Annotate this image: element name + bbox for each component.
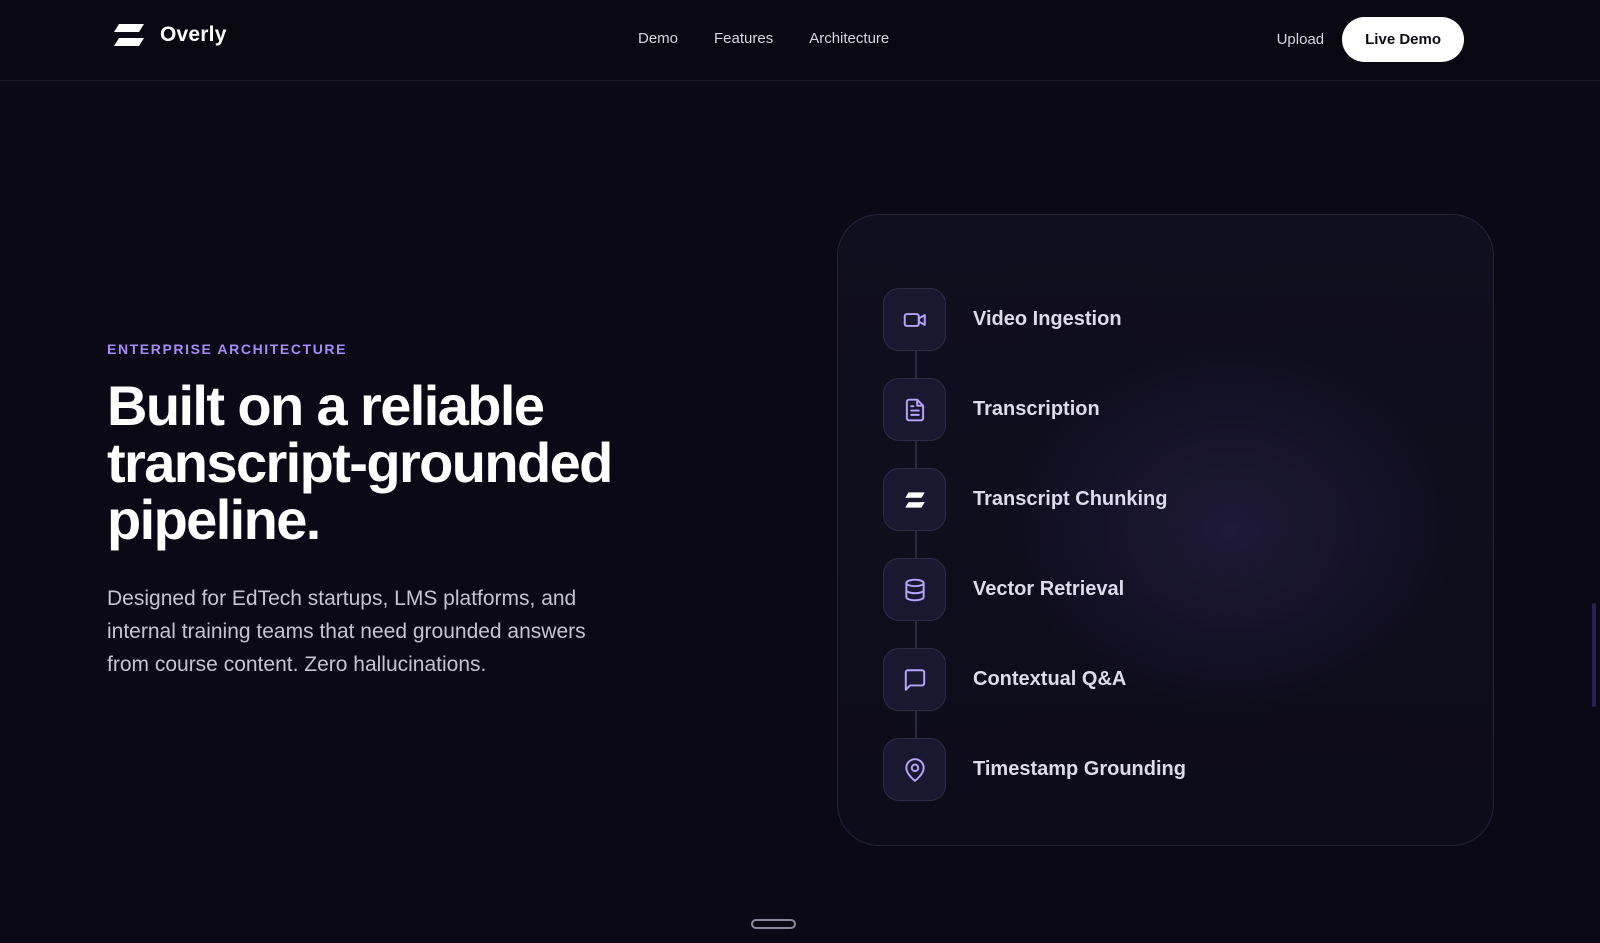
scrollbar-thumb[interactable] xyxy=(1592,603,1596,707)
upload-link[interactable]: Upload xyxy=(1277,31,1325,48)
nav-link-architecture[interactable]: Architecture xyxy=(809,30,889,47)
pipeline-card: Video Ingestion Transcription Transcript… xyxy=(837,214,1494,846)
step-label: Transcript Chunking xyxy=(973,488,1168,510)
pipeline-step-transcript-chunking: Transcript Chunking xyxy=(883,468,1167,531)
brand-name: Overly xyxy=(160,23,227,46)
database-icon xyxy=(883,558,946,621)
hero-section: ENTERPRISE ARCHITECTURE Built on a relia… xyxy=(107,341,667,681)
pipeline-step-vector-retrieval: Vector Retrieval xyxy=(883,558,1124,621)
headline-line-3: pipeline. xyxy=(107,488,321,551)
headline-line-1: Built on a reliable xyxy=(107,374,545,437)
nav-actions: Upload Live Demo xyxy=(1277,17,1464,62)
pipeline-step-contextual-qa: Contextual Q&A xyxy=(883,648,1126,711)
message-square-icon xyxy=(883,648,946,711)
brand[interactable]: Overly xyxy=(112,22,227,48)
headline-line-2: transcript-grounded xyxy=(107,431,613,494)
nav-link-demo[interactable]: Demo xyxy=(638,30,678,47)
nav-links: Demo Features Architecture xyxy=(638,30,889,47)
step-label: Timestamp Grounding xyxy=(973,758,1186,780)
scroll-hint-pill xyxy=(751,919,796,929)
document-icon xyxy=(883,378,946,441)
section-eyebrow: ENTERPRISE ARCHITECTURE xyxy=(107,341,348,357)
step-label: Video Ingestion xyxy=(973,308,1122,330)
overly-logo-icon xyxy=(114,24,144,46)
hero-description: Designed for EdTech startups, LMS platfo… xyxy=(107,587,586,676)
step-label: Contextual Q&A xyxy=(973,668,1127,690)
hero-headline: Built on a reliable transcript-grounded … xyxy=(107,377,667,548)
logo-mark-icon xyxy=(883,468,946,531)
pipeline-step-video-ingestion: Video Ingestion xyxy=(883,288,1122,351)
nav-link-features[interactable]: Features xyxy=(714,30,773,47)
live-demo-button[interactable]: Live Demo xyxy=(1342,17,1464,62)
map-pin-icon xyxy=(883,738,946,801)
top-nav: Overly Demo Features Architecture Upload… xyxy=(0,0,1600,81)
step-label: Vector Retrieval xyxy=(973,578,1125,600)
pipeline-step-timestamp-grounding: Timestamp Grounding xyxy=(883,738,1186,801)
video-camera-icon xyxy=(883,288,946,351)
step-label: Transcription xyxy=(973,398,1100,420)
pipeline-step-transcription: Transcription xyxy=(883,378,1100,441)
